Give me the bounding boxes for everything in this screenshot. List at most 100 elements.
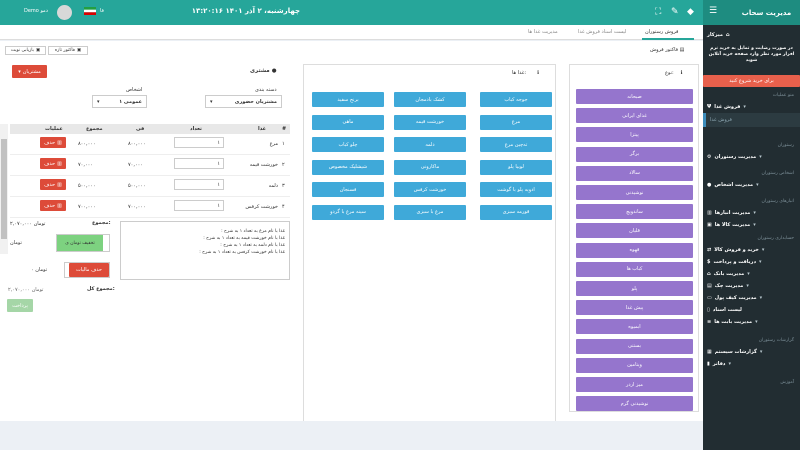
qty-input[interactable]: ۱ bbox=[174, 200, 224, 211]
food-button[interactable]: سینه مرغ با گردو bbox=[312, 204, 384, 220]
buy-button[interactable]: برای خرید شروع کنید bbox=[703, 75, 800, 87]
user-name[interactable]: Demo دمو bbox=[24, 8, 48, 14]
food-button[interactable]: مرغ bbox=[480, 114, 552, 130]
category-type-button[interactable]: قهوه bbox=[576, 242, 693, 258]
notes-textarea[interactable]: غذا با نام مرغ به تعداد ۱ به شرح : غذا ب… bbox=[120, 221, 290, 280]
category-type-button[interactable]: پلو bbox=[576, 281, 693, 296]
sidebar-item-label: دریافت و پرداخت bbox=[713, 259, 757, 265]
row-price: ۸۰۰,۰۰۰ bbox=[128, 141, 146, 147]
food-button[interactable]: جوجه کباب bbox=[480, 92, 552, 107]
list-icon: ≡ bbox=[707, 319, 712, 325]
chevron-down-icon: ▾ bbox=[746, 283, 749, 289]
tax-button[interactable]: حذف مالیات bbox=[69, 263, 109, 277]
pay-button[interactable]: پرداخت bbox=[7, 299, 33, 312]
invoice-label: فاکتور فروش bbox=[650, 47, 679, 53]
language-label[interactable]: فا bbox=[100, 8, 104, 14]
sidebar-item-goods[interactable]: ▾ مدیریت کالا ها ▣ bbox=[703, 219, 800, 231]
tools-icon[interactable]: ✎ bbox=[671, 7, 679, 17]
category-type-button[interactable]: نوشیدنی bbox=[576, 185, 693, 200]
delete-row-button[interactable]: حذف ▥ bbox=[40, 200, 66, 211]
note-line: غذا با نام خورشت کرفس به تعداد ۱ به شرح … bbox=[199, 250, 285, 255]
info-icon: ℹ bbox=[537, 70, 539, 76]
sidebar-item-check[interactable]: ▾ مدیریت چک ▤ bbox=[703, 280, 800, 292]
food-button[interactable]: ماکارونی bbox=[394, 159, 466, 175]
sidebar-item-label: مدیریت کیف پول bbox=[714, 295, 757, 301]
sidebar-item-persons[interactable]: ▾ مدیریت اشخاص ● bbox=[703, 179, 800, 191]
qty-input[interactable]: ۱ bbox=[174, 158, 224, 169]
category-type-button[interactable]: ابمیوه bbox=[576, 319, 693, 335]
sidebar-item-dashboard[interactable]: ⌂ میزکار bbox=[703, 27, 800, 43]
sidebar-brand: ☰ مدیریت سحاب bbox=[703, 0, 800, 25]
sidebar-item-buy-sell[interactable]: ▾ خرید و فروش کالا ⇄ bbox=[703, 244, 800, 256]
category-type-button[interactable]: نوشیدنی گرم bbox=[576, 396, 693, 412]
trash-icon: ▥ bbox=[57, 202, 62, 209]
sidebar-item-docs[interactable]: لیست اسناد ▯ bbox=[703, 304, 800, 316]
category-type-button[interactable]: پیش غذا bbox=[576, 300, 693, 316]
col-food: غذا bbox=[258, 126, 267, 132]
food-button[interactable]: شیشلیک مخصوص bbox=[312, 159, 384, 175]
sidebar-item-food-sales[interactable]: ▾ فروش غذا Ψ bbox=[703, 101, 800, 113]
category-type-button[interactable]: غذای ایرانی bbox=[576, 108, 693, 124]
language-flag-icon[interactable] bbox=[84, 7, 96, 15]
new-invoice-label: فاکتور تازه bbox=[54, 48, 75, 53]
category-type-button[interactable]: سالاد bbox=[576, 165, 693, 181]
category-type-button[interactable]: میز اردر bbox=[576, 377, 693, 392]
sidebar-item-warehouses[interactable]: ▾ مدیریت انبارها ▥ bbox=[703, 207, 800, 219]
reload-invoice-button[interactable]: بازیابی نوبت ▣ bbox=[5, 46, 46, 55]
food-button[interactable]: خورشت قیمه bbox=[394, 114, 466, 130]
new-invoice-button[interactable]: فاکتور تازه ▣ bbox=[48, 46, 88, 55]
tab-sales-docs[interactable]: لیست اسناد فروش غذا bbox=[578, 29, 626, 35]
food-button[interactable]: چلو کباب bbox=[312, 137, 384, 152]
category-type-button[interactable]: بستنی bbox=[576, 338, 693, 354]
qty-input[interactable]: ۱ bbox=[174, 137, 224, 148]
row-food: خورشت قیمه bbox=[249, 162, 278, 168]
category-type-button[interactable]: ویتامین bbox=[576, 357, 693, 373]
food-button[interactable]: مرغ با سبزی bbox=[394, 204, 466, 220]
sidebar-subitem-food-sales[interactable]: فروش غذا bbox=[703, 113, 800, 127]
food-button[interactable]: ادویه پلو با گوشت bbox=[480, 182, 552, 197]
scrollbar-thumb[interactable] bbox=[1, 139, 7, 239]
food-button[interactable]: برنج سفید bbox=[312, 92, 384, 107]
document-icon: ▯ bbox=[707, 307, 710, 313]
food-button[interactable]: خورشت کرفس bbox=[394, 182, 466, 197]
row-food: خورشت کرفس bbox=[245, 204, 278, 210]
tab-restaurant-sales[interactable]: فروش رستوران bbox=[645, 29, 678, 35]
food-button[interactable]: فسنجان bbox=[312, 182, 384, 197]
fullscreen-icon[interactable]: ⛶ bbox=[655, 7, 661, 17]
row-index: ۲ bbox=[282, 162, 285, 168]
sidebar-item-cash[interactable]: ▾ مدیریت کیف پول ▭ bbox=[703, 292, 800, 304]
food-button[interactable]: ته‌چین مرغ bbox=[480, 137, 552, 152]
food-button[interactable]: کشک بادمجان bbox=[394, 92, 466, 107]
avatar[interactable] bbox=[57, 5, 72, 20]
sidebar-item-restaurant[interactable]: ▾ مدیریت رستوران ⚙ bbox=[703, 151, 800, 163]
table-scrollbar[interactable] bbox=[0, 124, 8, 254]
food-button[interactable]: قورمه سبزی bbox=[480, 204, 552, 220]
customers-button[interactable]: ▾ مشتریان bbox=[12, 65, 47, 78]
category-type-button[interactable]: برگر bbox=[576, 146, 693, 162]
delete-row-button[interactable]: حذف ▥ bbox=[40, 137, 66, 148]
category-type-button[interactable]: صبحانه bbox=[576, 89, 693, 104]
tab-food-management[interactable]: مدیریت غذا ها bbox=[528, 29, 558, 35]
sidebar-item-ledgers[interactable]: ▾ دفاتر ▮ bbox=[703, 358, 800, 370]
diamond-icon[interactable]: ◆ bbox=[687, 7, 694, 17]
category-type-button[interactable]: پیتزا bbox=[576, 127, 693, 143]
category-select[interactable]: ▾ مشتریان حضوری bbox=[205, 95, 282, 108]
sidebar-item-receive-pay[interactable]: ▾ دریافت و پرداخت $ bbox=[703, 256, 800, 268]
food-button[interactable]: دلمه bbox=[394, 137, 466, 152]
delete-row-button[interactable]: حذف ▥ bbox=[40, 158, 66, 169]
sidebar-item-label: گزارشات سیستم bbox=[714, 349, 757, 355]
discount-button[interactable]: تخفیف تومان ی bbox=[57, 235, 103, 251]
delete-row-button[interactable]: حذف ▥ bbox=[40, 179, 66, 190]
sidebar-item-reports[interactable]: ▾ گزارشات سیستم ▦ bbox=[703, 346, 800, 358]
sidebar-item-label: مدیریت اشخاص bbox=[714, 182, 754, 188]
food-button[interactable]: ماهی bbox=[312, 114, 384, 130]
sidebar-item-bank[interactable]: ▾ مدیریت بانک ⌂ bbox=[703, 268, 800, 280]
hamburger-icon[interactable]: ☰ bbox=[709, 6, 717, 16]
category-type-button[interactable]: قلیان bbox=[576, 223, 693, 239]
category-type-button[interactable]: ساندویچ bbox=[576, 204, 693, 220]
qty-input[interactable]: ۱ bbox=[174, 179, 224, 190]
food-button[interactable]: لوبیا پلو bbox=[480, 159, 552, 175]
sidebar-item-accounts[interactable]: ▾ مدیریت بابت ها ≡ bbox=[703, 316, 800, 328]
category-type-button[interactable]: کباب ها bbox=[576, 261, 693, 277]
persons-select[interactable]: ▾ عمومی ۱ bbox=[92, 95, 147, 108]
